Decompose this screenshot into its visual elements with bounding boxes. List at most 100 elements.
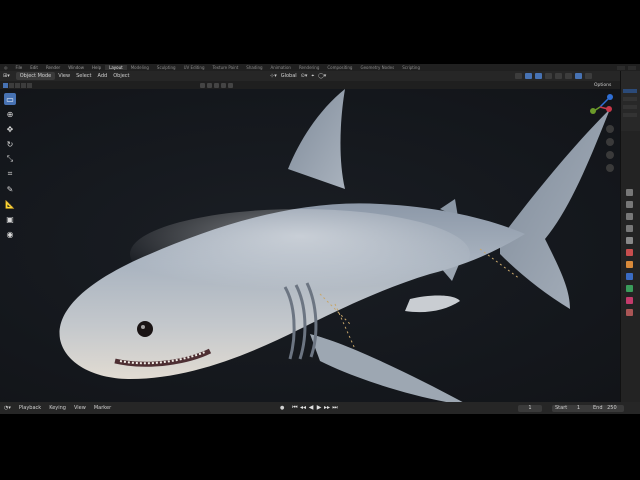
texture-properties-icon[interactable] — [626, 309, 633, 316]
menu-file[interactable]: File — [12, 65, 27, 70]
mini-light-icon[interactable] — [214, 82, 219, 88]
menu-render[interactable]: Render — [42, 65, 64, 70]
tab-shading[interactable]: Shading — [242, 65, 266, 70]
blender-logo-icon[interactable]: ◎ — [0, 65, 12, 70]
pivot-icon[interactable]: ⊙▾ — [301, 73, 308, 79]
overlay-toggle-icon[interactable] — [535, 73, 542, 79]
outliner-panel[interactable] — [621, 71, 640, 131]
end-frame-field[interactable]: End 250 — [590, 404, 624, 412]
menu-marker[interactable]: Marker — [90, 405, 115, 411]
editor-type-icon[interactable]: ⊞▾ — [0, 73, 13, 79]
outliner-row[interactable] — [623, 97, 637, 101]
next-key-icon[interactable]: ▸▸ — [324, 405, 330, 411]
tab-compositing[interactable]: Compositing — [323, 65, 356, 70]
menu-select[interactable]: Select — [73, 73, 94, 79]
tab-animation[interactable]: Animation — [267, 65, 295, 70]
xray-toggle-icon[interactable] — [545, 73, 552, 79]
rotate-icon[interactable]: ↻ — [4, 138, 16, 150]
menu-view[interactable]: View — [55, 73, 73, 79]
object-properties-icon[interactable] — [626, 261, 633, 268]
data-properties-icon[interactable] — [626, 285, 633, 292]
start-frame-field[interactable]: Start 1 — [552, 404, 592, 412]
viewport-shading-controls — [515, 73, 592, 79]
material-shading-icon[interactable] — [575, 73, 582, 79]
menu-window[interactable]: Window — [64, 65, 88, 70]
timeline-editor-icon[interactable]: ◔▾ — [0, 405, 15, 411]
menu-edit[interactable]: Edit — [26, 65, 42, 70]
transform-icon[interactable]: ⌗ — [4, 168, 16, 180]
tab-scripting[interactable]: Scripting — [398, 65, 424, 70]
select-intersect-icon[interactable] — [27, 82, 32, 88]
tab-sculpting[interactable]: Sculpting — [153, 65, 180, 70]
wireframe-shading-icon[interactable] — [555, 73, 562, 79]
orientation-dropdown[interactable]: Global — [281, 73, 297, 79]
tab-layout[interactable]: Layout — [105, 65, 127, 70]
mini-grid-icon[interactable] — [200, 82, 205, 88]
mode-dropdown[interactable]: Object Mode — [15, 72, 56, 80]
render-properties-icon[interactable] — [626, 201, 633, 208]
add-object-icon[interactable]: ◉ — [4, 228, 16, 240]
orientation-icon[interactable]: ⊹▾ — [270, 73, 277, 79]
select-subtract-icon[interactable] — [15, 82, 20, 88]
add-cube-icon[interactable]: ▣ — [4, 213, 16, 225]
prev-key-icon[interactable]: ◂◂ — [300, 405, 306, 411]
options-dropdown[interactable]: Options — [594, 83, 611, 88]
record-icon[interactable]: ● — [276, 405, 288, 411]
play-icon[interactable]: ▶ — [316, 405, 322, 411]
select-new-icon[interactable] — [3, 82, 8, 88]
timeline-header: ◔▾ Playback Keying View Marker ● ⏮ ◂◂ ◀ … — [0, 402, 640, 414]
select-extend-icon[interactable] — [9, 82, 14, 88]
tab-rendering[interactable]: Rendering — [295, 65, 323, 70]
navigation-gizmo[interactable] — [588, 89, 618, 179]
tab-texture-paint[interactable]: Texture Paint — [208, 65, 242, 70]
select-invert-icon[interactable] — [21, 82, 26, 88]
view-layer-selector[interactable] — [628, 65, 636, 70]
move-icon[interactable]: ✥ — [4, 123, 16, 135]
3d-viewport[interactable] — [0, 89, 620, 406]
outliner-row[interactable] — [623, 89, 637, 93]
mini-camera-icon[interactable] — [221, 82, 226, 88]
play-reverse-icon[interactable]: ◀ — [308, 405, 314, 411]
tab-uv-editing[interactable]: UV Editing — [180, 65, 209, 70]
mini-sphere-icon[interactable] — [207, 82, 212, 88]
view-layer-icon[interactable] — [626, 225, 633, 232]
measure-icon[interactable]: 📐 — [4, 198, 16, 210]
gizmo-toggle-icon[interactable] — [525, 73, 532, 79]
modifier-properties-icon[interactable] — [626, 273, 633, 280]
menu-keying[interactable]: Keying — [45, 405, 70, 411]
snap-icon[interactable]: ⌖ — [311, 73, 314, 79]
menu-timeline-view[interactable]: View — [70, 405, 90, 411]
rendered-shading-icon[interactable] — [585, 73, 592, 79]
material-properties-icon[interactable] — [626, 297, 633, 304]
output-properties-icon[interactable] — [626, 213, 633, 220]
start-label: Start — [555, 404, 568, 411]
mini-object-icon[interactable] — [228, 82, 233, 88]
zoom-icon — [606, 125, 614, 133]
tool-properties-icon[interactable] — [626, 189, 633, 196]
visibility-icon[interactable] — [515, 73, 522, 79]
outliner-row[interactable] — [623, 105, 637, 109]
menu-object[interactable]: Object — [110, 73, 132, 79]
shark-model[interactable] — [0, 89, 620, 406]
world-properties-icon[interactable] — [626, 249, 633, 256]
menu-playback[interactable]: Playback — [15, 405, 45, 411]
outliner-row[interactable] — [623, 113, 637, 117]
cursor-icon[interactable]: ⊕ — [4, 108, 16, 120]
scene-selector[interactable] — [617, 65, 625, 70]
current-frame-field[interactable]: 1 — [518, 404, 542, 412]
scene-properties-icon[interactable] — [626, 237, 633, 244]
select-box-icon[interactable]: ▭ — [4, 93, 16, 105]
jump-start-icon[interactable]: ⏮ — [292, 405, 298, 411]
blender-window: ◎ File Edit Render Window Help Layout Mo… — [0, 64, 640, 414]
menu-add[interactable]: Add — [95, 73, 111, 79]
jump-end-icon[interactable]: ⏭ — [332, 405, 338, 411]
end-label: End — [593, 404, 603, 411]
proportional-edit-icon[interactable]: ◯▾ — [318, 73, 326, 79]
menu-help[interactable]: Help — [88, 65, 105, 70]
top-menu-bar: ◎ File Edit Render Window Help Layout Mo… — [0, 64, 640, 71]
tab-geometry-nodes[interactable]: Geometry Nodes — [356, 65, 398, 70]
tab-modeling[interactable]: Modeling — [127, 65, 153, 70]
scale-icon[interactable]: ⤡ — [4, 153, 16, 165]
solid-shading-icon[interactable] — [565, 73, 572, 79]
annotate-icon[interactable]: ✎ — [4, 183, 16, 195]
